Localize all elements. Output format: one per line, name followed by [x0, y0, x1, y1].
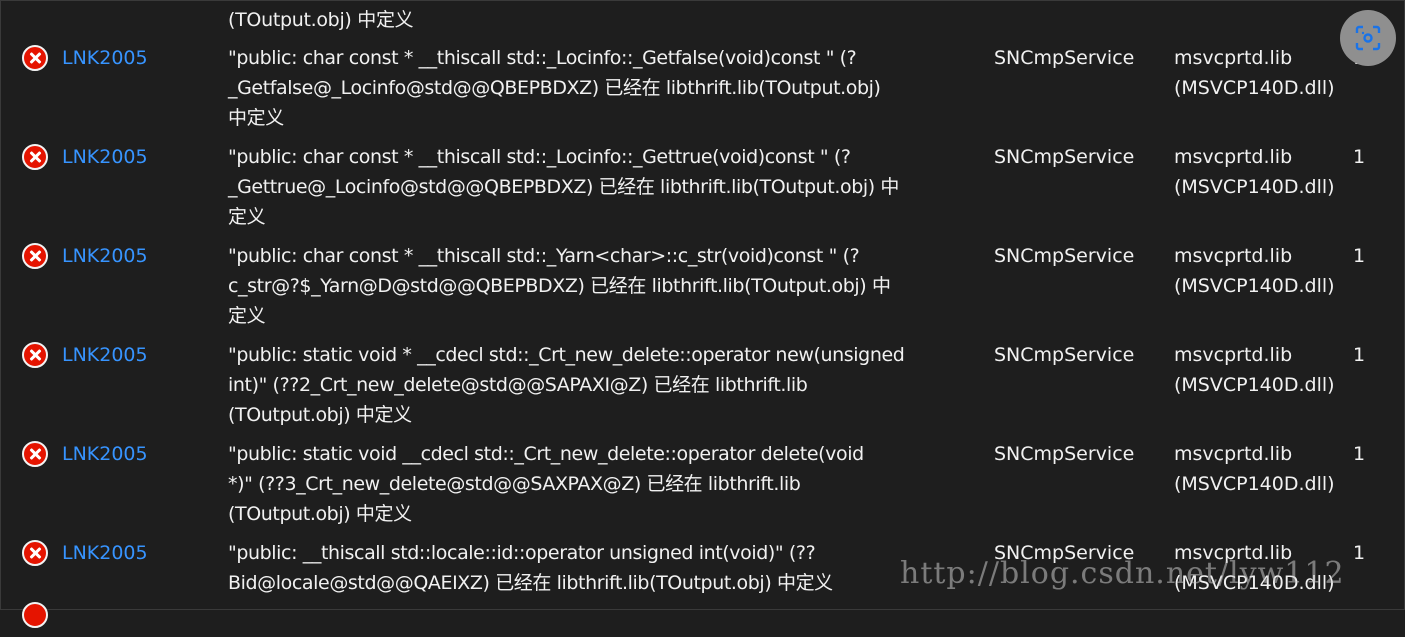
line-number: 1: [1353, 146, 1366, 168]
watermark: http://blog.csdn.net/lyw112: [900, 556, 1345, 591]
error-description: "public: __thiscall std::locale::id::ope…: [228, 538, 833, 598]
description-line: "public: __thiscall std::locale::id::ope…: [228, 542, 816, 564]
description-line: Bid@locale@std@@QAEIXZ) 已经在 libthrift.li…: [228, 572, 833, 594]
error-description: "public: static void * __cdecl std::_Crt…: [228, 340, 905, 430]
project-name: SNCmpService: [994, 443, 1135, 465]
error-row[interactable]: LNK2005 "public: char const * __thiscall…: [0, 241, 1405, 340]
error-description: "public: char const * __thiscall std::_Y…: [228, 241, 891, 331]
description-line: "public: static void __cdecl std::_Crt_n…: [228, 443, 864, 465]
file-name: msvcprtd.lib (MSVCP140D.dll): [1174, 439, 1335, 499]
description-line: "public: char const * __thiscall std::_L…: [228, 146, 851, 168]
error-icon: [22, 441, 48, 467]
description-line: "public: static void * __cdecl std::_Crt…: [228, 344, 905, 366]
line-number: 1: [1353, 542, 1366, 564]
description-line: "public: char const * __thiscall std::_L…: [228, 47, 857, 69]
description-line: c_str@?$_Yarn@D@std@@QBEPBDXZ) 已经在 libth…: [228, 275, 891, 297]
error-code-link[interactable]: LNK2005: [62, 439, 148, 469]
error-icon: [22, 540, 48, 566]
file-line: (MSVCP140D.dll): [1174, 176, 1335, 198]
error-code-link[interactable]: LNK2005: [62, 241, 148, 271]
description-line: 中定义: [228, 107, 284, 129]
line-number: 1: [1353, 443, 1366, 465]
file-line: msvcprtd.lib: [1174, 344, 1293, 366]
project-name: SNCmpService: [994, 245, 1135, 267]
error-description: "public: char const * __thiscall std::_L…: [228, 142, 899, 232]
error-description: "public: char const * __thiscall std::_L…: [228, 43, 881, 133]
file-line: (MSVCP140D.dll): [1174, 374, 1335, 396]
file-line: msvcprtd.lib: [1174, 146, 1293, 168]
file-line: msvcprtd.lib: [1174, 245, 1293, 267]
error-row[interactable]: LNK2005 "public: static void __cdecl std…: [0, 439, 1405, 538]
file-line: (MSVCP140D.dll): [1174, 77, 1335, 99]
line-number: 1: [1353, 344, 1366, 366]
file-line: (MSVCP140D.dll): [1174, 473, 1335, 495]
file-line: msvcprtd.lib: [1174, 443, 1293, 465]
error-icon: [22, 45, 48, 71]
project-name: SNCmpService: [994, 344, 1135, 366]
error-code-link[interactable]: LNK2005: [62, 142, 148, 172]
error-row[interactable]: LNK2005 "public: char const * __thiscall…: [0, 142, 1405, 241]
error-icon: [22, 144, 48, 170]
screenshot-scan-button[interactable]: [1340, 10, 1396, 66]
description-line: (TOutput.obj) 中定义: [228, 404, 412, 426]
error-icon: [22, 342, 48, 368]
error-code-link[interactable]: LNK2005: [62, 340, 148, 370]
project-name: SNCmpService: [994, 47, 1135, 69]
description-line: 定义: [228, 305, 266, 327]
error-description: "public: static void __cdecl std::_Crt_n…: [228, 439, 864, 529]
file-name: msvcprtd.lib (MSVCP140D.dll): [1174, 340, 1335, 400]
description-line: _Getfalse@_Locinfo@std@@QBEPBDXZ) 已经在 li…: [228, 77, 881, 99]
description-line: _Gettrue@_Locinfo@std@@QBEPBDXZ) 已经在 lib…: [228, 176, 899, 198]
description-line: (TOutput.obj) 中定义: [228, 503, 412, 525]
previous-row-continuation: (TOutput.obj) 中定义: [228, 9, 414, 31]
error-code-link[interactable]: LNK2005: [62, 43, 148, 73]
description-line: *)" (??3_Crt_new_delete@std@@SAXPAX@Z) 已…: [228, 473, 801, 495]
file-line: msvcprtd.lib: [1174, 47, 1293, 69]
line-number: 1: [1353, 245, 1366, 267]
screenshot-scan-icon: [1355, 25, 1381, 51]
file-line: (MSVCP140D.dll): [1174, 275, 1335, 297]
error-icon: [22, 243, 48, 269]
file-name: msvcprtd.lib (MSVCP140D.dll): [1174, 142, 1335, 202]
error-code-link[interactable]: LNK2005: [62, 538, 148, 568]
file-name: msvcprtd.lib (MSVCP140D.dll): [1174, 241, 1335, 301]
error-row[interactable]: LNK2005 "public: static void * __cdecl s…: [0, 340, 1405, 439]
error-icon: [22, 602, 48, 628]
file-name: msvcprtd.lib (MSVCP140D.dll): [1174, 43, 1335, 103]
description-line: 定义: [228, 206, 266, 228]
project-name: SNCmpService: [994, 146, 1135, 168]
error-row[interactable]: LNK2005 "public: char const * __thiscall…: [0, 43, 1405, 142]
description-line: "public: char const * __thiscall std::_Y…: [228, 245, 860, 267]
description-line: int)" (??2_Crt_new_delete@std@@SAPAXI@Z)…: [228, 374, 808, 396]
